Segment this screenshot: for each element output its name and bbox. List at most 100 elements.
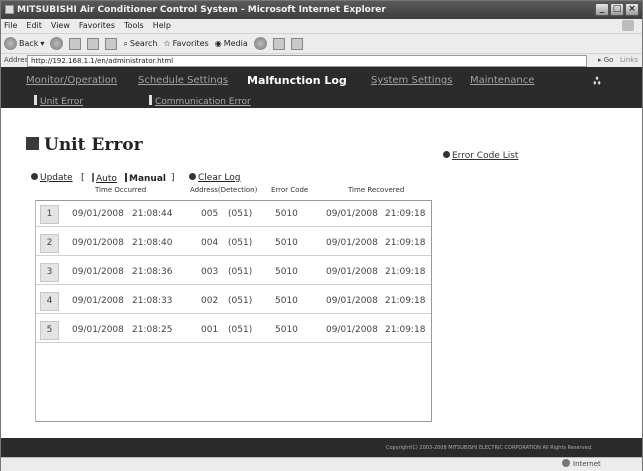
auto-mode-link[interactable]: Auto — [92, 173, 117, 184]
occurred-time: 21:08:44 — [132, 209, 173, 219]
close-button[interactable]: × — [625, 3, 639, 16]
tab-maintenance[interactable]: Maintenance — [470, 75, 534, 86]
page-title-text: Unit Error — [44, 135, 143, 155]
recovered-time: 21:09:18 — [385, 267, 426, 277]
refresh-icon[interactable] — [87, 37, 100, 50]
go-button[interactable]: ▸ Go — [598, 54, 613, 67]
occurred-time: 21:08:33 — [132, 296, 173, 306]
clear-log-link[interactable]: Clear Log — [189, 173, 240, 183]
search-label: Search — [129, 38, 158, 48]
error-code: 5010 — [275, 296, 298, 306]
close-bracket: ] — [171, 173, 175, 183]
page-footer: Copyright(C) 2003-2008 MITSUBISHI ELECTR… — [1, 438, 642, 457]
home-icon[interactable] — [105, 37, 118, 50]
bullet-icon — [31, 173, 38, 180]
address: 002 — [201, 296, 219, 306]
row-number: 3 — [40, 263, 59, 282]
subtab-unit-error-label: Unit Error — [40, 97, 84, 107]
menu-edit[interactable]: Edit — [26, 19, 42, 33]
mail-icon[interactable] — [272, 37, 285, 50]
favorites-button[interactable]: ☆ Favorites — [163, 34, 208, 54]
address-field[interactable]: http://192.168.1.1/en/administrator.html — [27, 55, 587, 67]
tab-schedule-settings[interactable]: Schedule Settings — [138, 75, 228, 86]
error-code: 5010 — [275, 267, 298, 277]
go-label: Go — [603, 56, 614, 64]
copyright-text: Copyright(C) 2003-2008 MITSUBISHI ELECTR… — [386, 445, 593, 451]
forward-arrow-icon[interactable] — [50, 37, 64, 50]
manual-mode[interactable]: Manual — [125, 173, 166, 184]
mode-bar — [92, 173, 94, 182]
occurred-date: 09/01/2008 — [72, 209, 124, 219]
row-number: 4 — [40, 292, 59, 311]
star-icon: ☆ — [163, 38, 171, 48]
subtab-bar — [149, 95, 152, 105]
subtab-communication-error-label: Communication Error — [155, 97, 251, 107]
status-bar: Internet — [1, 457, 642, 471]
address: 003 — [201, 267, 219, 277]
table-row[interactable]: 2 09/01/2008 21:08:40 004 (051) 5010 09/… — [36, 231, 431, 256]
recovered-date: 09/01/2008 — [326, 296, 378, 306]
col-time-occurred: Time Occurred — [95, 186, 147, 194]
window-controls: _ □ × — [595, 3, 639, 16]
print-icon[interactable] — [290, 37, 303, 50]
search-button[interactable]: ⌕ Search — [123, 34, 157, 54]
menu-file[interactable]: File — [4, 19, 17, 33]
tab-system-settings[interactable]: System Settings — [371, 75, 452, 86]
favorites-label: Favorites — [172, 38, 209, 48]
occurred-date: 09/01/2008 — [72, 267, 124, 277]
window-title: MITSUBISHI Air Conditioner Control Syste… — [17, 5, 386, 15]
bullet-icon — [443, 151, 450, 158]
stop-icon[interactable] — [69, 37, 82, 50]
subtab-unit-error[interactable]: Unit Error — [34, 95, 83, 107]
table-row[interactable]: 4 09/01/2008 21:08:33 002 (051) 5010 09/… — [36, 289, 431, 314]
tab-malfunction-log[interactable]: Malfunction Log — [247, 74, 347, 87]
ie-window-icon — [5, 5, 14, 14]
history-icon[interactable] — [253, 37, 267, 50]
tab-monitor-operation[interactable]: Monitor/Operation — [26, 75, 117, 86]
links-button[interactable]: Links — [620, 54, 638, 67]
col-address: Address(Detection) — [190, 186, 258, 194]
occurred-date: 09/01/2008 — [72, 325, 124, 335]
detection: (051) — [228, 238, 253, 248]
back-arrow-icon — [4, 37, 17, 50]
title-bar: MITSUBISHI Air Conditioner Control Syste… — [1, 1, 642, 19]
error-code: 5010 — [275, 238, 298, 248]
error-code: 5010 — [275, 209, 298, 219]
menu-favorites[interactable]: Favorites — [79, 19, 115, 33]
back-button[interactable]: Back ▾ — [4, 34, 44, 54]
search-icon: ⌕ — [123, 38, 128, 48]
page-title: Unit Error — [26, 135, 143, 155]
occurred-date: 09/01/2008 — [72, 238, 124, 248]
manual-label: Manual — [129, 174, 167, 184]
detection: (051) — [228, 209, 253, 219]
update-link[interactable]: Update — [31, 173, 73, 183]
menu-view[interactable]: View — [51, 19, 70, 33]
back-label: Back — [19, 38, 39, 48]
auto-label: Auto — [96, 174, 117, 184]
maximize-button[interactable]: □ — [610, 3, 624, 16]
menu-tools[interactable]: Tools — [124, 19, 144, 33]
mitsubishi-logo — [592, 74, 632, 89]
main-nav: Monitor/Operation Schedule Settings Malf… — [1, 67, 642, 108]
row-number: 5 — [40, 321, 59, 340]
recovered-time: 21:09:18 — [385, 209, 426, 219]
table-row[interactable]: 5 09/01/2008 21:08:25 001 (051) 5010 09/… — [36, 318, 431, 343]
detection: (051) — [228, 325, 253, 335]
mitsubishi-diamonds-icon — [593, 76, 601, 85]
media-button[interactable]: ◉ Media — [215, 34, 248, 54]
col-time-recovered: Time Recovered — [348, 186, 405, 194]
table-row[interactable]: 3 09/01/2008 21:08:36 003 (051) 5010 09/… — [36, 260, 431, 285]
error-log-table: 1 09/01/2008 21:08:44 005 (051) 5010 09/… — [35, 200, 432, 422]
subtab-communication-error[interactable]: Communication Error — [149, 95, 251, 107]
minimize-button[interactable]: _ — [595, 3, 609, 16]
media-label: Media — [223, 38, 248, 48]
error-code-list-link[interactable]: Error Code List — [443, 151, 518, 161]
windows-flag-icon — [622, 20, 634, 31]
menu-help[interactable]: Help — [153, 19, 171, 33]
update-label: Update — [40, 173, 73, 183]
error-code: 5010 — [275, 325, 298, 335]
recovered-time: 21:09:18 — [385, 296, 426, 306]
open-bracket: [ — [81, 173, 85, 183]
internet-zone: Internet — [562, 458, 601, 471]
table-row[interactable]: 1 09/01/2008 21:08:44 005 (051) 5010 09/… — [36, 202, 431, 227]
